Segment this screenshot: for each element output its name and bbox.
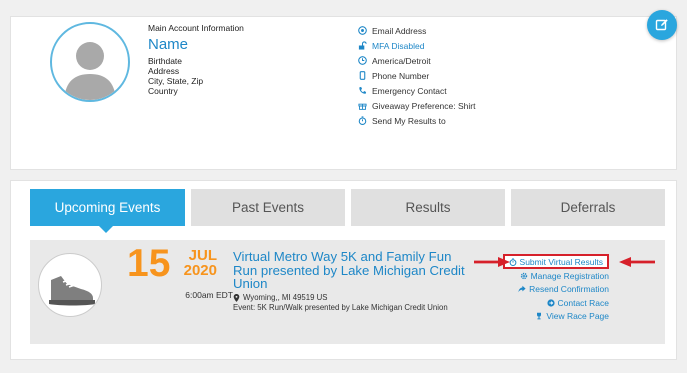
submit-virtual-results-label: Submit Virtual Results: [519, 256, 603, 267]
event-year: 2020: [183, 262, 217, 279]
event-title-link[interactable]: Virtual Metro Way 5K and Family Fun Run …: [233, 250, 473, 291]
resend-confirmation-label: Resend Confirmation: [529, 284, 609, 295]
event-description: Event: 5K Run/Walk presented by Lake Mic…: [233, 303, 448, 312]
event-month: JUL: [188, 247, 217, 264]
map-marker-icon: [233, 293, 240, 302]
view-race-page-label: View Race Page: [546, 311, 609, 322]
phone-text: Phone Number: [372, 70, 430, 81]
mobile-icon: [357, 70, 368, 81]
at-icon: [357, 25, 368, 36]
edit-profile-button[interactable]: [647, 10, 677, 40]
tab-past-events[interactable]: Past Events: [191, 189, 345, 226]
phone-icon: [357, 85, 368, 96]
phone-row: Phone Number: [357, 68, 475, 83]
active-tab-indicator: [99, 226, 113, 233]
timezone-row: America/Detroit: [357, 53, 475, 68]
address: Address: [148, 66, 180, 76]
tab-upcoming-events[interactable]: Upcoming Events: [30, 189, 185, 226]
manage-registration-label: Manage Registration: [530, 270, 609, 281]
timezone-text: America/Detroit: [372, 55, 431, 66]
mfa-row[interactable]: MFA Disabled: [357, 38, 475, 53]
giveaway-row: Giveaway Preference: Shirt: [357, 98, 475, 113]
tab-deferrals[interactable]: Deferrals: [511, 189, 665, 226]
unlock-icon: [357, 40, 368, 51]
account-info: Main Account Information Name Birthdate …: [148, 23, 244, 96]
event-location-text: Wyoming,, MI 49519 US: [243, 293, 328, 302]
running-shoe-icon: [49, 276, 95, 306]
send-results-row: Send My Results to: [357, 113, 475, 128]
view-race-page-link[interactable]: View Race Page: [503, 310, 609, 324]
event-time: 6:00am EDT: [185, 290, 233, 300]
contact-race-link[interactable]: Contact Race: [503, 296, 609, 310]
arrow-circle-icon: [546, 299, 555, 307]
account-label: Main Account Information: [148, 23, 244, 33]
gear-icon: [520, 272, 527, 279]
event-logo: [38, 253, 102, 317]
city-state-zip: City, State, Zip: [148, 76, 204, 86]
giveaway-text: Giveaway Preference: Shirt: [372, 100, 476, 111]
avatar: [50, 22, 130, 102]
share-arrow-icon: [518, 286, 526, 293]
email-text: Email Address: [372, 25, 427, 36]
event-actions: Submit Virtual Results Manage Registrati…: [502, 254, 609, 324]
event-day: 15: [127, 242, 171, 285]
tab-results[interactable]: Results: [351, 189, 505, 226]
trophy-icon: [537, 313, 542, 320]
left-annotation-arrow-icon: [474, 257, 510, 267]
right-annotation-arrow-icon: [619, 257, 655, 267]
manage-registration-link[interactable]: Manage Registration: [503, 269, 609, 283]
edit-icon: [655, 19, 668, 31]
email-row: Email Address: [357, 23, 475, 38]
stopwatch-icon: [357, 115, 368, 126]
gift-icon: [357, 100, 368, 111]
send-results-text: Send My Results to: [372, 115, 446, 126]
contact-race-label: Contact Race: [557, 297, 610, 308]
contact-info: Email Address MFA Disabled America/Detro…: [357, 23, 475, 128]
country: Country: [148, 86, 178, 96]
submit-virtual-results-link[interactable]: Submit Virtual Results: [502, 254, 609, 269]
event-location: Wyoming,, MI 49519 US: [233, 293, 327, 302]
account-name: Name: [148, 36, 189, 53]
birthdate: Birthdate: [148, 56, 183, 66]
emergency-text: Emergency Contact: [372, 85, 447, 96]
clock-icon: [357, 55, 368, 66]
resend-confirmation-link[interactable]: Resend Confirmation: [503, 283, 609, 297]
mfa-text: MFA Disabled: [372, 40, 425, 51]
event-tabs: Upcoming Events Past Events Results Defe…: [30, 189, 665, 226]
emergency-row: Emergency Contact: [357, 83, 475, 98]
